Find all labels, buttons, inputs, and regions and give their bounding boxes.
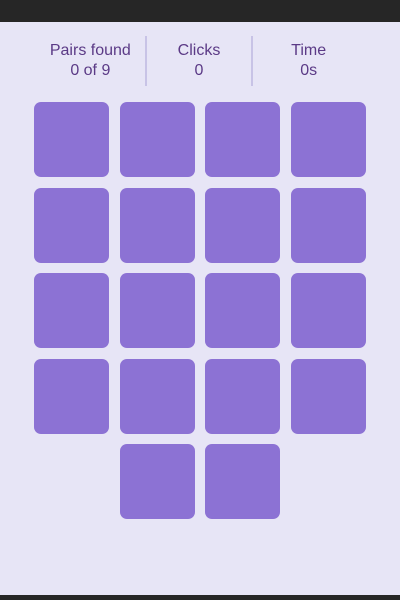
- memory-card[interactable]: [205, 102, 281, 177]
- navigation-bar: [0, 595, 400, 600]
- memory-card[interactable]: [119, 444, 195, 519]
- status-bar: [0, 0, 400, 22]
- memory-card[interactable]: [290, 273, 366, 348]
- memory-card[interactable]: [119, 273, 195, 348]
- memory-card[interactable]: [205, 444, 281, 519]
- memory-card[interactable]: [119, 102, 195, 177]
- memory-card[interactable]: [34, 273, 110, 348]
- memory-card[interactable]: [34, 187, 110, 263]
- memory-card[interactable]: [34, 358, 110, 434]
- time-stat: Time 0s: [253, 35, 364, 87]
- clicks-stat: Clicks 0: [147, 35, 252, 87]
- memory-card[interactable]: [205, 273, 281, 348]
- stats-bar: Pairs found 0 of 9 Clicks 0 Time 0s: [36, 35, 364, 87]
- memory-card[interactable]: [205, 358, 281, 434]
- memory-card[interactable]: [119, 187, 195, 263]
- pairs-found-value: 0 of 9: [70, 62, 111, 79]
- memory-card[interactable]: [290, 102, 366, 177]
- memory-card[interactable]: [290, 358, 366, 434]
- pairs-found-stat: Pairs found 0 of 9: [36, 35, 145, 87]
- memory-card[interactable]: [290, 187, 366, 263]
- memory-game: Pairs found 0 of 9 Clicks 0 Time 0s: [0, 22, 400, 595]
- time-value: 0s: [300, 62, 318, 79]
- memory-card[interactable]: [205, 187, 281, 263]
- memory-card[interactable]: [119, 358, 195, 434]
- time-label: Time: [291, 42, 327, 59]
- clicks-label: Clicks: [177, 42, 221, 59]
- clicks-value: 0: [194, 62, 204, 79]
- pairs-found-label: Pairs found: [49, 42, 131, 59]
- memory-card[interactable]: [34, 102, 110, 177]
